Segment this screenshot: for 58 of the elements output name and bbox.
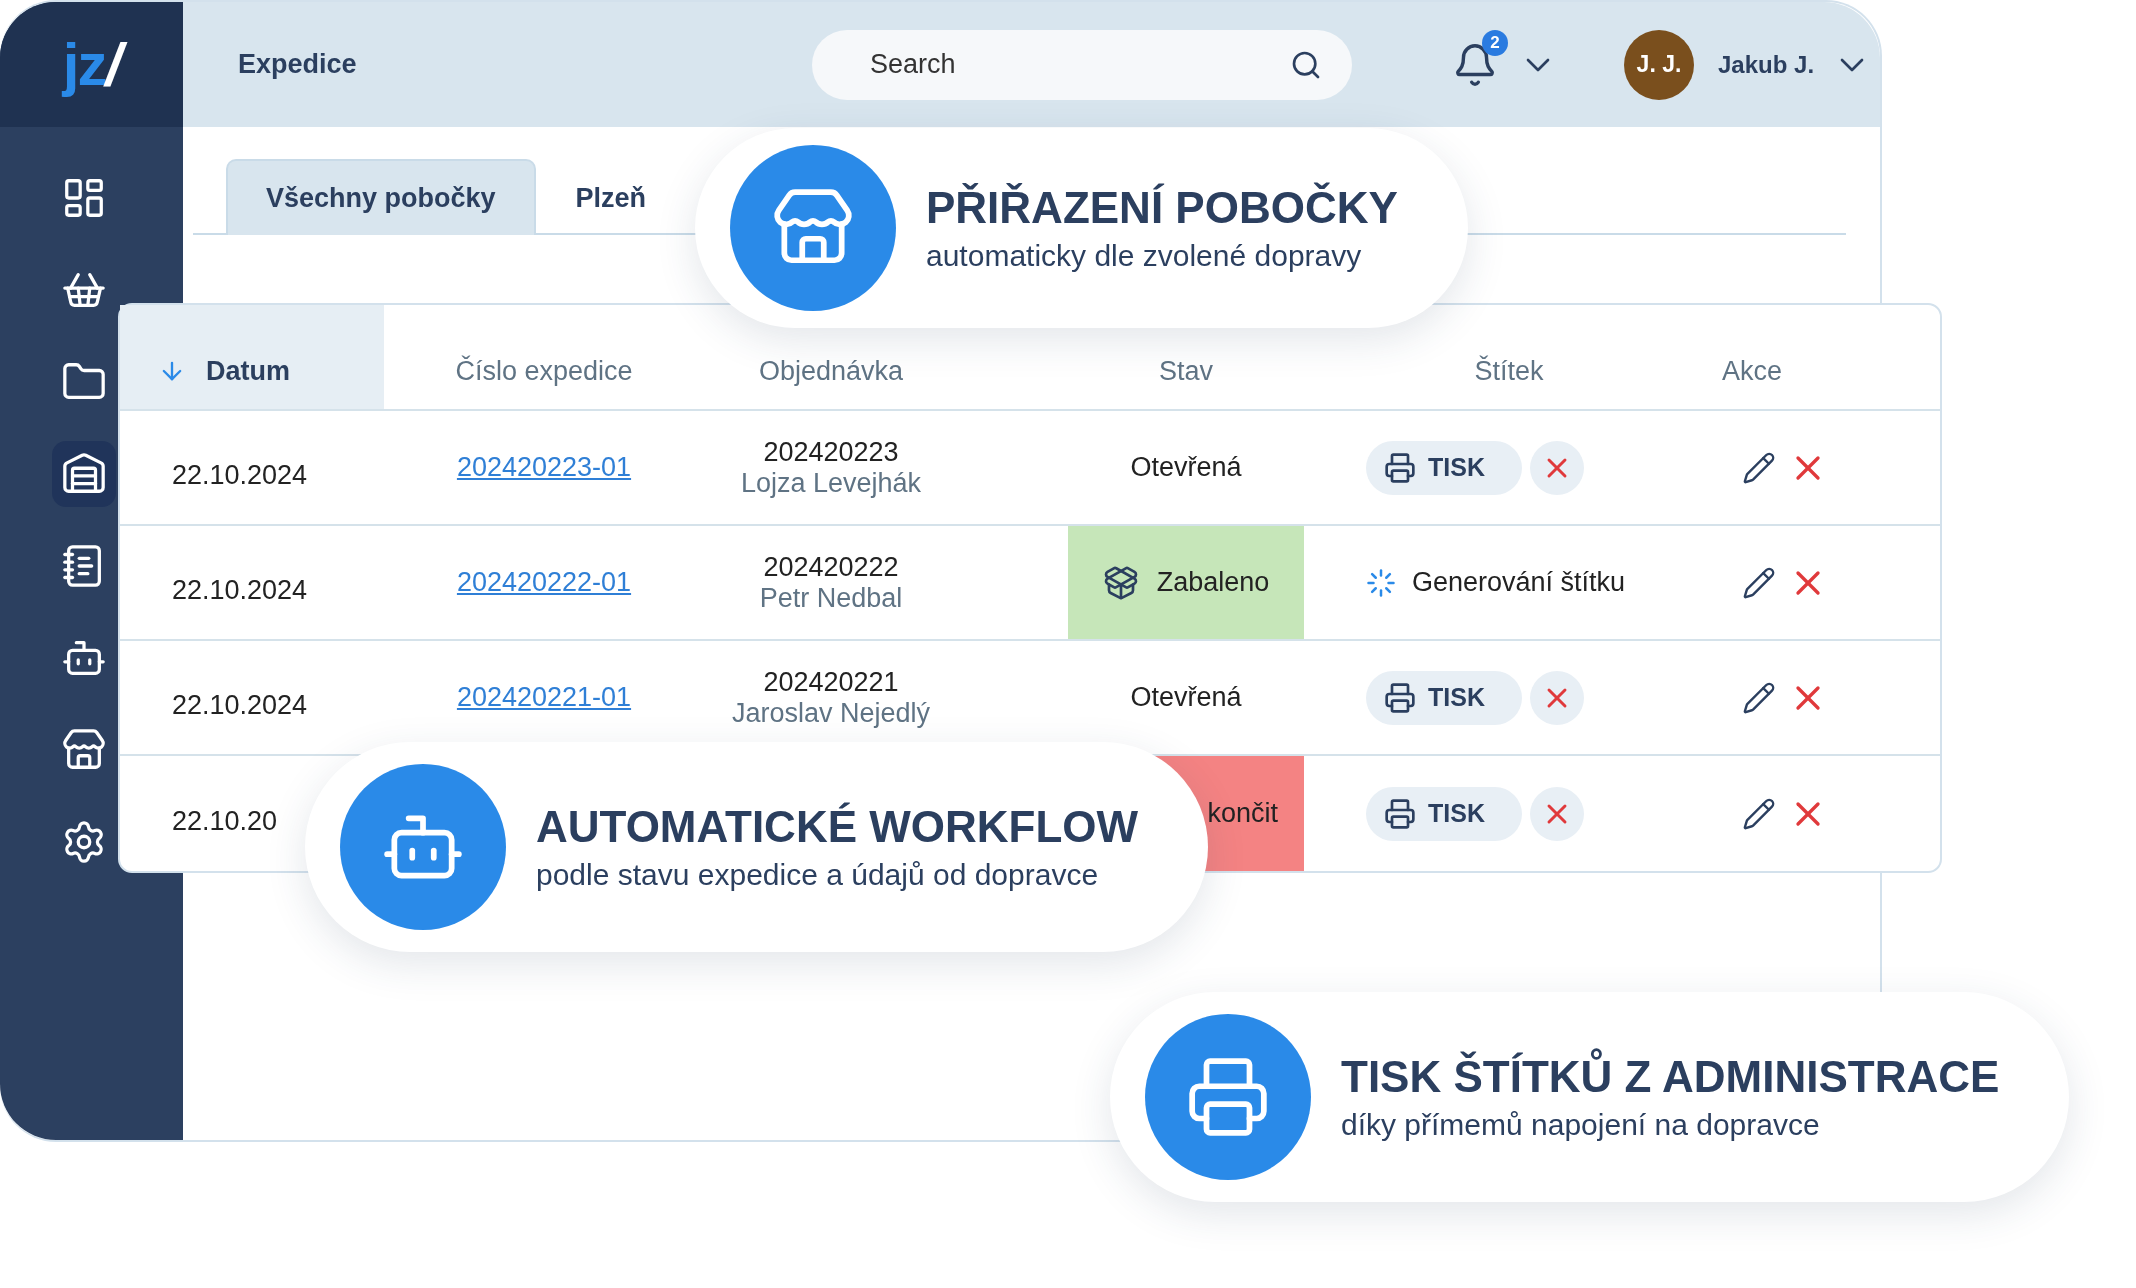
spinner-icon: [1366, 567, 1396, 598]
status-text: končit: [1207, 798, 1278, 829]
label-status-text: Generování štítku: [1412, 567, 1626, 598]
print-button[interactable]: TISK: [1366, 670, 1522, 725]
page-title: Expedice: [238, 49, 358, 80]
box-icon: [1102, 564, 1139, 601]
date-cell: 22.10.2024: [172, 575, 308, 606]
date-cell: 22.10.2024: [172, 460, 308, 491]
edit-button[interactable]: [1742, 450, 1776, 485]
user-avatar[interactable]: J. J.: [1624, 29, 1694, 100]
user-name: Jakub J.: [1718, 50, 1815, 79]
column-header[interactable]: Stav: [1159, 355, 1213, 387]
printer-icon: [1384, 451, 1416, 484]
column-header[interactable]: Objednávka: [758, 355, 904, 387]
printer-icon: [1384, 797, 1416, 830]
callout-subtitle: díky přímemů napojení na dopravce: [1341, 1108, 1821, 1142]
logo: jz/: [0, 2, 183, 127]
column-header[interactable]: Číslo expedice: [455, 355, 633, 387]
close-button[interactable]: [1530, 440, 1584, 495]
callout-subtitle: podle stavu expedice a údajů od dopravce: [536, 858, 1100, 892]
pencil-icon: [1742, 450, 1776, 485]
column-header[interactable]: Datum: [206, 355, 290, 387]
edit-button[interactable]: [1742, 680, 1776, 715]
callout-title: AUTOMATICKÉ WORKFLOW: [536, 802, 1139, 852]
customer-name: Jaroslav Nejedlý: [731, 697, 931, 729]
edit-button[interactable]: [1742, 796, 1776, 831]
notification-badge: 2: [1482, 29, 1508, 56]
pencil-icon: [1742, 796, 1776, 831]
callout-subtitle: automaticky dle zvolené dopravy: [926, 239, 1363, 273]
sorted-column-header[interactable]: Datum: [120, 305, 384, 411]
callout-title: PŘIŘAZENÍ POBOČKY: [926, 183, 1398, 233]
pencil-icon: [1742, 680, 1776, 715]
pencil-icon: [1742, 565, 1776, 600]
order-number: 202420223: [763, 436, 899, 468]
column-header[interactable]: Akce: [1722, 355, 1782, 387]
shipment-link[interactable]: 202420223-01: [456, 452, 632, 483]
status-text: Zabaleno: [1156, 567, 1270, 598]
order-number: 202420222: [763, 551, 899, 583]
status-text: Otevřená: [1130, 682, 1242, 713]
close-button[interactable]: [1530, 786, 1584, 841]
customer-name: Petr Nedbal: [759, 582, 903, 614]
status-text: Otevřená: [1130, 452, 1242, 483]
column-header[interactable]: Štítek: [1474, 355, 1544, 387]
printer-icon: [1384, 681, 1416, 714]
order-number: 202420221: [763, 666, 899, 698]
customer-name: Lojza Levejhák: [740, 467, 922, 499]
sidebar-item[interactable]: [52, 441, 116, 507]
search-field[interactable]: Search: [812, 29, 1352, 100]
edit-button[interactable]: [1742, 565, 1776, 600]
tab[interactable]: Všechny pobočky: [226, 159, 536, 235]
print-button[interactable]: TISK: [1366, 786, 1522, 841]
tab[interactable]: Plzeň: [535, 159, 687, 235]
shipment-link[interactable]: 202420221-01: [456, 682, 632, 713]
date-cell: 22.10.2024: [172, 690, 308, 721]
close-button[interactable]: [1530, 670, 1584, 725]
date-cell: 22.10.20: [172, 806, 278, 837]
shipment-link[interactable]: 202420222-01: [456, 567, 632, 598]
print-button[interactable]: TISK: [1366, 440, 1522, 495]
